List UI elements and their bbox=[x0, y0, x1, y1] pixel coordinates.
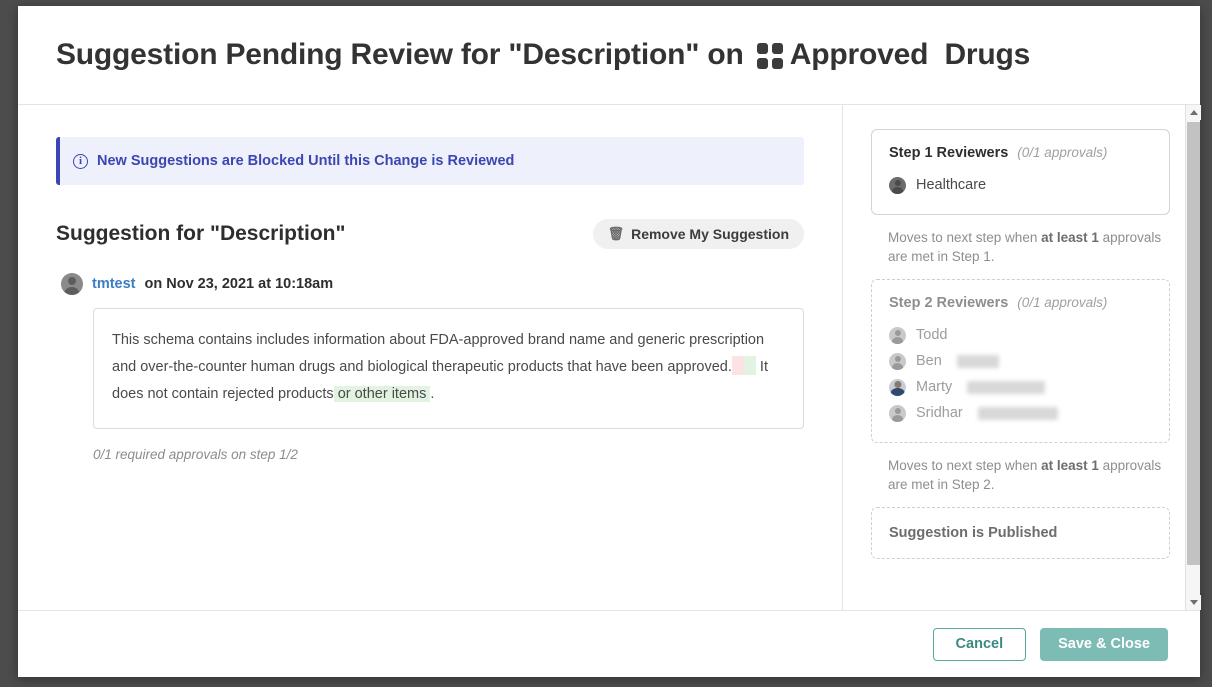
step-2-transition-note: Moves to next step when at least 1 appro… bbox=[871, 443, 1170, 507]
chevron-down-icon[interactable] bbox=[1186, 595, 1201, 610]
author-link[interactable]: tmtest bbox=[92, 276, 136, 292]
step-2-header: Step 2 Reviewers (0/1 approvals) bbox=[889, 295, 1152, 311]
diff-deleted-space bbox=[731, 356, 744, 375]
note-bold: at least 1 bbox=[1041, 458, 1099, 473]
info-circle-icon: i bbox=[73, 153, 88, 169]
step-1-transition-note: Moves to next step when at least 1 appro… bbox=[871, 215, 1170, 279]
suggestion-header-row: Suggestion for "Description" 🗑 Remove My… bbox=[56, 219, 804, 249]
scrollbar[interactable] bbox=[1185, 105, 1201, 610]
page-title: Suggestion Pending Review for "Descripti… bbox=[56, 38, 1030, 72]
suggestion-main-panel: i New Suggestions are Blocked Until this… bbox=[18, 105, 843, 610]
note-bold: at least 1 bbox=[1041, 230, 1099, 245]
step-1-approvals: (0/1 approvals) bbox=[1017, 145, 1108, 160]
user-avatar bbox=[889, 404, 906, 422]
trash-icon: 🗑 bbox=[607, 226, 625, 241]
blocked-suggestions-banner: i New Suggestions are Blocked Until this… bbox=[56, 137, 804, 185]
user-avatar bbox=[889, 326, 906, 344]
dialog-title-prefix: Suggestion Pending Review for "Descripti… bbox=[56, 38, 752, 71]
group-avatar bbox=[889, 176, 906, 194]
remove-suggestion-label: Remove My Suggestion bbox=[631, 226, 789, 242]
published-label: Suggestion is Published bbox=[889, 525, 1058, 541]
suggestion-diff-text: This schema contains includes informatio… bbox=[93, 308, 804, 429]
note-prefix: Moves to next step when bbox=[888, 458, 1042, 473]
photo-avatar bbox=[889, 378, 906, 396]
diff-inserted-space bbox=[743, 356, 756, 375]
suggestion-byline: tmtest on Nov 23, 2021 at 10:18am bbox=[56, 273, 804, 295]
suggestion-heading: Suggestion for "Description" bbox=[56, 222, 346, 245]
reviewer-name: Marty bbox=[916, 379, 953, 395]
banner-text: New Suggestions are Blocked Until this C… bbox=[97, 153, 515, 169]
list-item: Ben bbox=[889, 348, 1152, 374]
user-avatar bbox=[889, 352, 906, 370]
diff-inserted-text: or other items bbox=[333, 386, 431, 402]
reviewer-name: Sridhar bbox=[916, 405, 963, 421]
workflow-sidebar: Step 1 Reviewers (0/1 approvals) Healthc… bbox=[843, 105, 1200, 610]
remove-my-suggestion-button[interactable]: 🗑 Remove My Suggestion bbox=[592, 219, 804, 249]
grid-icon bbox=[756, 43, 783, 69]
reviewer-name: Todd bbox=[916, 327, 948, 343]
suggestion-published-card: Suggestion is Published bbox=[871, 507, 1170, 559]
note-prefix: Moves to next step when bbox=[888, 230, 1042, 245]
step-1-title: Step 1 Reviewers bbox=[889, 145, 1009, 161]
reviewer-name: Healthcare bbox=[916, 177, 987, 193]
redacted-surname bbox=[956, 354, 999, 368]
save-and-close-button[interactable]: Save & Close bbox=[1040, 627, 1168, 661]
list-item: Todd bbox=[889, 322, 1152, 348]
chevron-up-icon[interactable] bbox=[1186, 105, 1201, 120]
step-2-title: Step 2 Reviewers bbox=[889, 295, 1009, 311]
step-1-header: Step 1 Reviewers (0/1 approvals) bbox=[889, 145, 1152, 161]
step-2-approvals: (0/1 approvals) bbox=[1017, 295, 1108, 310]
dialog-footer: Cancel Save & Close bbox=[18, 610, 1200, 677]
dialog-header: Suggestion Pending Review for "Descripti… bbox=[18, 6, 1200, 105]
scrollbar-thumb[interactable] bbox=[1187, 122, 1200, 565]
list-item: Healthcare bbox=[889, 172, 1152, 198]
dataset-name: Approved Drugs bbox=[789, 38, 1031, 71]
redacted-surname bbox=[977, 406, 1058, 420]
suggestion-body-part-1: This schema contains includes informatio… bbox=[112, 332, 765, 375]
list-item: Marty bbox=[889, 374, 1152, 400]
avatar bbox=[61, 273, 83, 295]
approval-status-text: 0/1 required approvals on step 1/2 bbox=[93, 447, 298, 462]
suggestion-review-dialog: Suggestion Pending Review for "Descripti… bbox=[18, 6, 1201, 677]
step-1-reviewers-card: Step 1 Reviewers (0/1 approvals) Healthc… bbox=[871, 129, 1170, 215]
dialog-body: i New Suggestions are Blocked Until this… bbox=[18, 105, 1201, 610]
list-item: Sridhar bbox=[889, 400, 1152, 426]
suggestion-body-part-3: . bbox=[430, 386, 435, 402]
cancel-button[interactable]: Cancel bbox=[932, 627, 1027, 661]
suggestion-timestamp: on Nov 23, 2021 at 10:18am bbox=[144, 276, 334, 292]
redacted-surname bbox=[967, 380, 1046, 394]
step-2-reviewers-card: Step 2 Reviewers (0/1 approvals) Todd Be… bbox=[871, 279, 1170, 443]
reviewer-name: Ben bbox=[916, 353, 942, 369]
